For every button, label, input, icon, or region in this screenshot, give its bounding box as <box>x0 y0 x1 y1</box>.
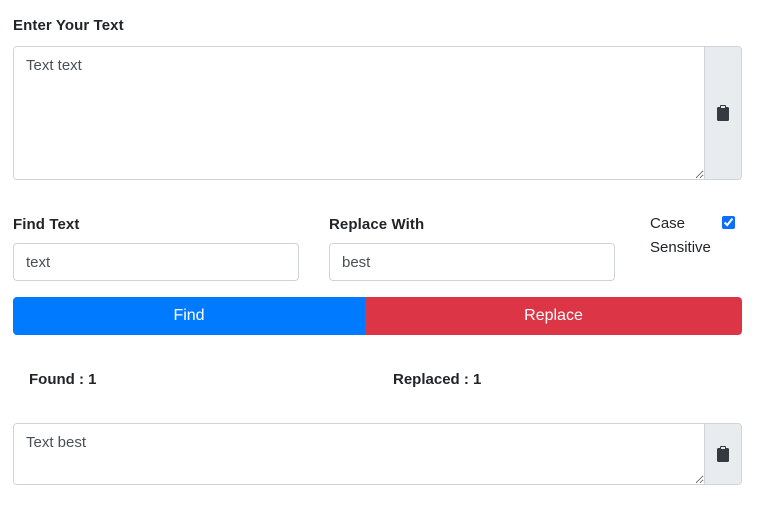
replace-button[interactable]: Replace <box>365 297 742 335</box>
input-textarea[interactable]: Text text <box>14 47 704 179</box>
clipboard-icon <box>717 105 729 121</box>
find-input[interactable] <box>13 243 299 281</box>
input-text-group: Text text <box>13 46 742 180</box>
replace-input[interactable] <box>329 243 615 281</box>
case-sensitive-label: Case Sensitive <box>650 212 711 260</box>
find-text-label: Find Text <box>13 216 80 233</box>
copy-output-button[interactable] <box>704 424 741 484</box>
copy-input-button[interactable] <box>704 47 741 179</box>
case-sensitive-label-line1: Case <box>650 215 686 232</box>
replaced-count: Replaced : 1 <box>393 371 482 388</box>
case-sensitive-checkbox[interactable] <box>722 216 735 229</box>
found-count: Found : 1 <box>29 371 97 388</box>
clipboard-icon <box>717 446 729 462</box>
input-text-label: Enter Your Text <box>13 17 124 34</box>
case-sensitive-label-line2: Sensitive <box>650 239 711 256</box>
action-buttons: Find Replace <box>13 297 742 335</box>
output-text-group: Text best <box>13 423 742 485</box>
replace-with-label: Replace With <box>329 216 425 233</box>
output-textarea[interactable]: Text best <box>14 424 704 484</box>
find-button[interactable]: Find <box>13 297 365 335</box>
